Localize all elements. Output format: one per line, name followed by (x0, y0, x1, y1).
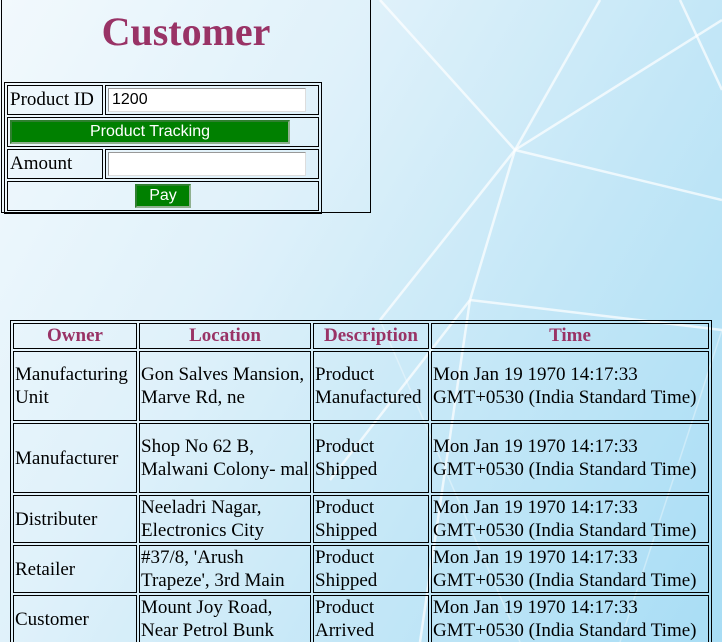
cell-owner: Manufacturing Unit (13, 351, 137, 421)
cell-location: #37/8, 'Arush Trapeze', 3rd Main (139, 545, 311, 593)
cell-description: Product Arrived (313, 595, 429, 642)
cell-time: Mon Jan 19 1970 14:17:33 GMT+0530 (India… (431, 545, 709, 593)
header-time: Time (431, 323, 709, 349)
amount-input[interactable] (108, 152, 306, 176)
header-owner: Owner (13, 323, 137, 349)
pay-cell: Pay (7, 181, 319, 211)
cell-location: Neeladri Nagar, Electronics City (139, 495, 311, 543)
header-description: Description (313, 323, 429, 349)
cell-time: Mon Jan 19 1970 14:17:33 GMT+0530 (India… (431, 423, 709, 493)
table-row: Customer Mount Joy Road, Near Petrol Bun… (13, 595, 709, 642)
product-tracking-button[interactable]: Product Tracking (10, 120, 290, 144)
cell-description: Product Shipped (313, 545, 429, 593)
product-id-cell (105, 85, 319, 115)
cell-owner: Retailer (13, 545, 137, 593)
cell-location: Mount Joy Road, Near Petrol Bunk (139, 595, 311, 642)
cell-owner: Manufacturer (13, 423, 137, 493)
cell-location: Gon Salves Mansion, Marve Rd, ne (139, 351, 311, 421)
cell-owner: Customer (13, 595, 137, 642)
amount-cell (105, 149, 319, 179)
table-row: Distributer Neeladri Nagar, Electronics … (13, 495, 709, 543)
header-location: Location (139, 323, 311, 349)
cell-owner: Distributer (13, 495, 137, 543)
cell-description: Product Manufactured (313, 351, 429, 421)
cell-description: Product Shipped (313, 495, 429, 543)
amount-label: Amount (7, 149, 103, 179)
page-title: Customer (101, 9, 271, 54)
tracking-history-table: Owner Location Description Time Manufact… (10, 320, 712, 642)
product-id-input[interactable] (108, 88, 306, 112)
cell-time: Mon Jan 19 1970 14:17:33 GMT+0530 (India… (431, 595, 709, 642)
product-id-label: Product ID (7, 85, 103, 115)
cell-description: Product Shipped (313, 423, 429, 493)
cell-time: Mon Jan 19 1970 14:17:33 GMT+0530 (India… (431, 495, 709, 543)
table-header-row: Owner Location Description Time (13, 323, 709, 349)
table-row: Retailer #37/8, 'Arush Trapeze', 3rd Mai… (13, 545, 709, 593)
customer-panel: Customer Product ID Product Tracking Amo… (1, 0, 371, 214)
cell-time: Mon Jan 19 1970 14:17:33 GMT+0530 (India… (431, 351, 709, 421)
cell-location: Shop No 62 B, Malwani Colony- mal (139, 423, 311, 493)
table-row: Manufacturer Shop No 62 B, Malwani Colon… (13, 423, 709, 493)
pay-button[interactable]: Pay (135, 184, 191, 208)
tracking-cell: Product Tracking (7, 117, 319, 147)
table-row: Manufacturing Unit Gon Salves Mansion, M… (13, 351, 709, 421)
product-form: Product ID Product Tracking Amount Pay (4, 82, 322, 214)
